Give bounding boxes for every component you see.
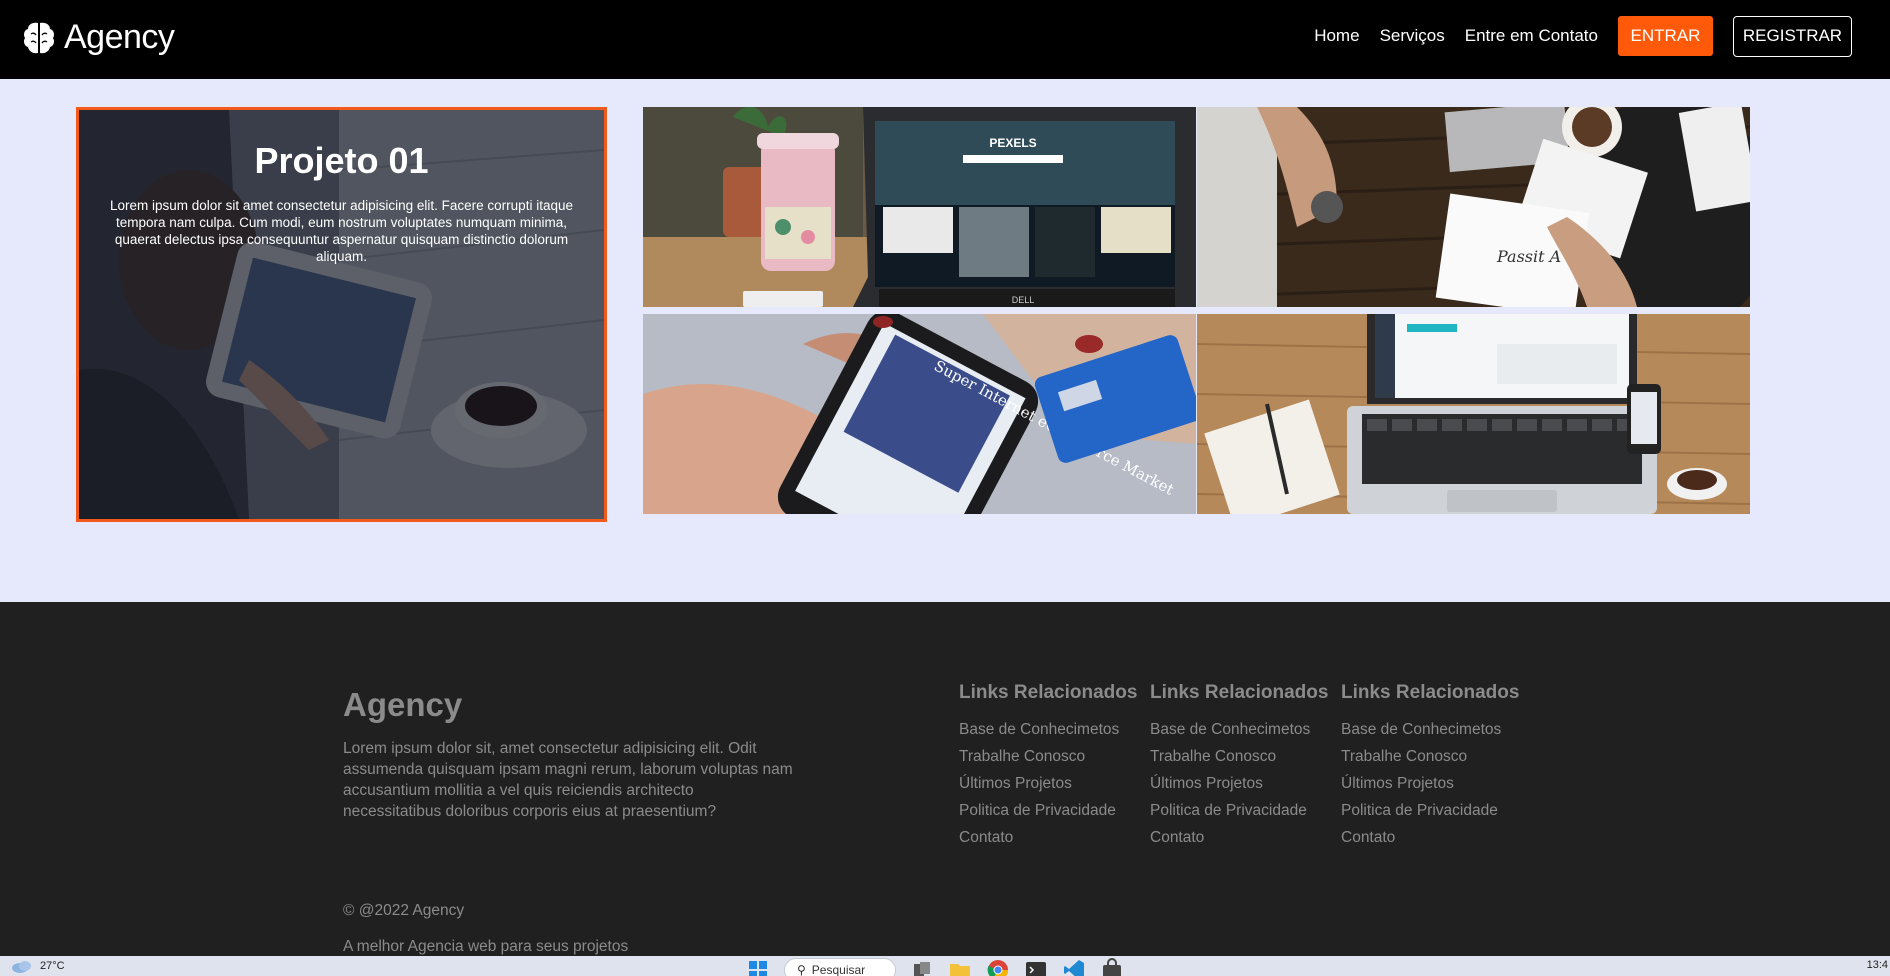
- brand-name: Agency: [64, 18, 175, 56]
- navbar: Agency Home Serviços Entre em Contato EN…: [0, 0, 1890, 79]
- chrome-icon[interactable]: [986, 958, 1010, 976]
- footer-link-privacidade[interactable]: Politica de Privacidade: [1341, 797, 1521, 824]
- footer-link-privacidade[interactable]: Politica de Privacidade: [959, 797, 1139, 824]
- gallery-image-phone-ecommerce[interactable]: Super Internet eCommerce Market: [643, 314, 1196, 514]
- project-title: Projeto 01: [254, 140, 429, 181]
- folder-icon[interactable]: [948, 958, 972, 976]
- vscode-icon[interactable]: [1062, 958, 1086, 976]
- project-description: Lorem ipsum dolor sit amet consectetur a…: [110, 198, 573, 264]
- footer-link-base-conhecimentos[interactable]: Base de Conhecimetos: [1341, 716, 1521, 743]
- taskbar-search[interactable]: ⚲ Pesquisar: [784, 958, 896, 976]
- nav-contato[interactable]: Entre em Contato: [1465, 15, 1598, 57]
- os-taskbar: 27°C ⚲ Pesquisar 13:4: [0, 956, 1890, 976]
- footer: Agency Lorem ipsum dolor sit, amet conse…: [0, 602, 1890, 958]
- footer-column-title: Links Relacionados: [959, 682, 1138, 703]
- taskbar-clock[interactable]: 13:4: [1867, 959, 1888, 971]
- brand-logo[interactable]: Agency: [22, 18, 175, 57]
- store-icon[interactable]: [1100, 958, 1124, 976]
- task-view-icon[interactable]: [910, 958, 934, 976]
- search-icon: ⚲: [797, 963, 806, 976]
- gallery-image-desk-hands[interactable]: Passit A: [1197, 107, 1750, 307]
- footer-link-ultimos-projetos[interactable]: Últimos Projetos: [1341, 770, 1521, 797]
- footer-link-ultimos-projetos[interactable]: Últimos Projetos: [959, 770, 1139, 797]
- footer-link-trabalhe-conosco[interactable]: Trabalhe Conosco: [1341, 743, 1521, 770]
- main-nav: Home Serviços Entre em Contato ENTRAR RE…: [1314, 15, 1852, 57]
- footer-link-trabalhe-conosco[interactable]: Trabalhe Conosco: [1150, 743, 1330, 770]
- footer-link-base-conhecimentos[interactable]: Base de Conhecimetos: [959, 716, 1139, 743]
- footer-column-title: Links Relacionados: [1150, 682, 1329, 703]
- footer-brand: Agency: [343, 686, 463, 723]
- footer-copyright: © @2022 Agency: [343, 902, 465, 919]
- brain-icon: [24, 22, 54, 53]
- footer-link-ultimos-projetos[interactable]: Últimos Projetos: [1150, 770, 1330, 797]
- taskbar-apps: ⚲ Pesquisar: [746, 958, 1124, 976]
- login-button[interactable]: ENTRAR: [1618, 16, 1713, 56]
- footer-links-column-1: Links Relacionados Base de Conhecimetos …: [959, 682, 1139, 851]
- register-button[interactable]: REGISTRAR: [1733, 15, 1852, 57]
- pexels-text: PEXELS: [989, 136, 1036, 150]
- gallery-image-laptop-coffee[interactable]: PEXELS DELL: [643, 107, 1196, 307]
- nav-home[interactable]: Home: [1314, 15, 1359, 57]
- terminal-icon[interactable]: [1024, 958, 1048, 976]
- project-card[interactable]: Projeto 01 Lorem ipsum dolor sit amet co…: [76, 107, 607, 522]
- gallery-image-laptop-desk[interactable]: [1197, 314, 1750, 514]
- footer-link-contato[interactable]: Contato: [959, 824, 1139, 851]
- footer-tagline: A melhor Agencia web para seus projetos: [343, 938, 629, 955]
- project-gallery: PEXELS DELL Passit A Super Internet Mark…: [643, 107, 1751, 514]
- footer-link-contato[interactable]: Contato: [1150, 824, 1330, 851]
- footer-links-column-2: Links Relacionados Base de Conhecimetos …: [1150, 682, 1330, 851]
- cloud-icon: [12, 961, 31, 973]
- footer-column-title: Links Relacionados: [1341, 682, 1520, 703]
- footer-about-text: Lorem ipsum dolor sit, amet consectetur …: [343, 740, 793, 820]
- footer-link-base-conhecimentos[interactable]: Base de Conhecimetos: [1150, 716, 1330, 743]
- windows-start-icon[interactable]: [746, 958, 770, 976]
- footer-link-trabalhe-conosco[interactable]: Trabalhe Conosco: [959, 743, 1139, 770]
- nav-servicos[interactable]: Serviços: [1380, 15, 1445, 57]
- temperature-text: 27°C: [40, 960, 65, 972]
- svg-text:Passit A: Passit A: [1496, 247, 1561, 266]
- weather-widget[interactable]: 27°C: [10, 959, 65, 973]
- svg-text:DELL: DELL: [1012, 295, 1035, 305]
- taskbar-search-placeholder: Pesquisar: [811, 963, 866, 976]
- footer-link-contato[interactable]: Contato: [1341, 824, 1521, 851]
- footer-links-column-3: Links Relacionados Base de Conhecimetos …: [1341, 682, 1521, 851]
- footer-link-privacidade[interactable]: Politica de Privacidade: [1150, 797, 1330, 824]
